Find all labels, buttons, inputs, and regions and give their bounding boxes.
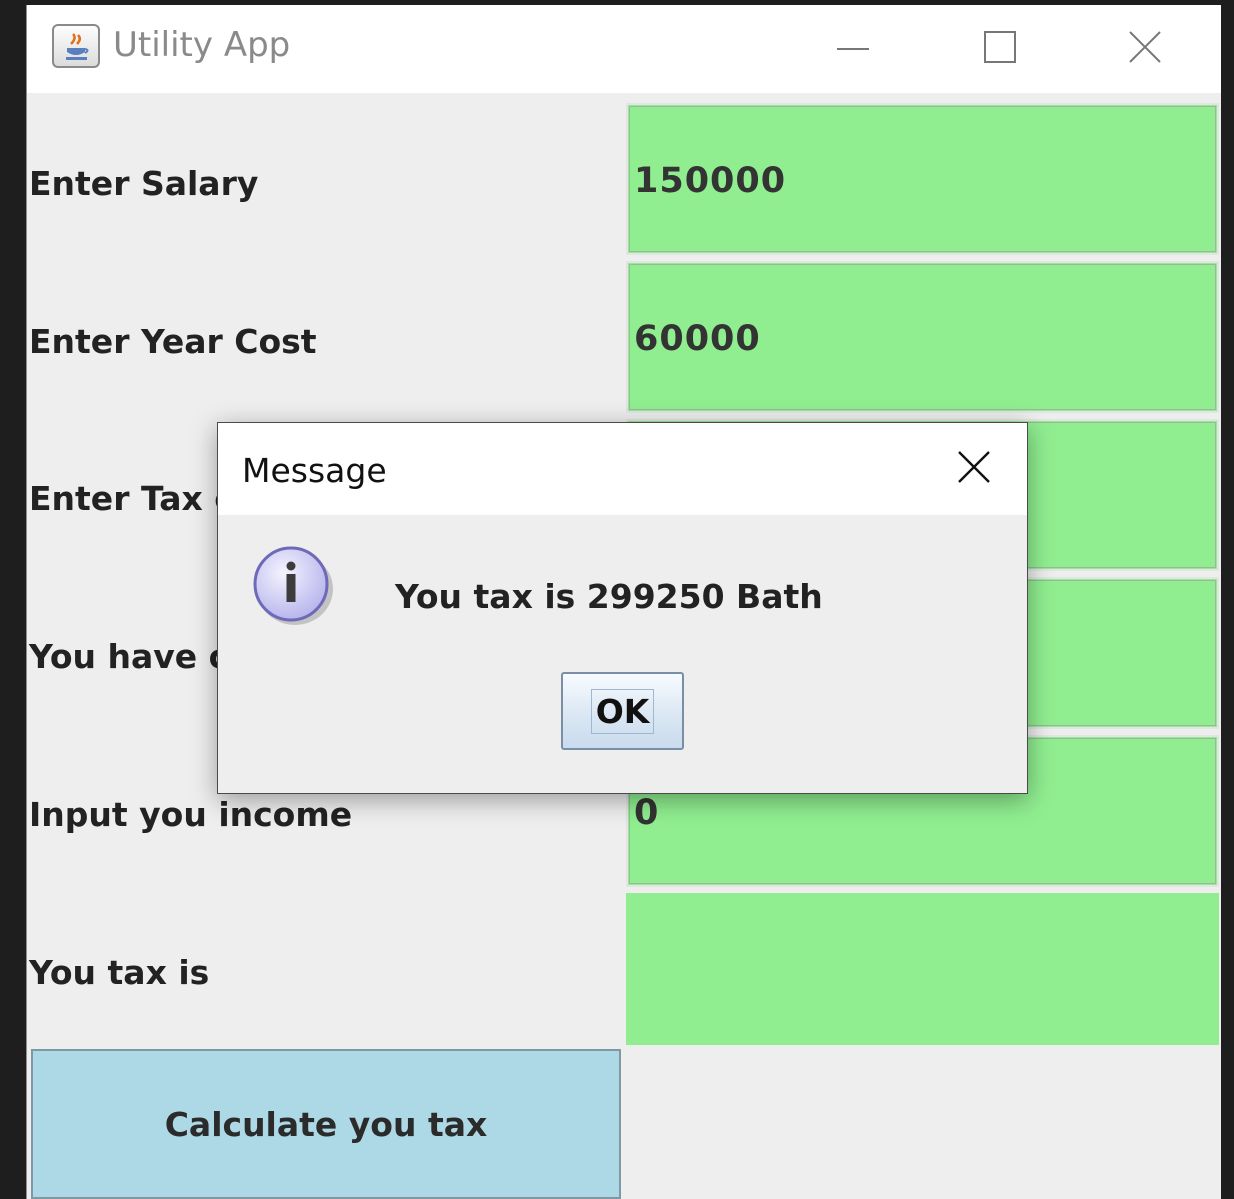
dialog-titlebar[interactable]: Message — [218, 423, 1027, 515]
dialog-message: You tax is 299250 Bath — [395, 577, 823, 616]
salary-field[interactable]: 150000 — [626, 103, 1219, 255]
ok-label: OK — [590, 688, 655, 734]
year-cost-field[interactable]: 60000 — [626, 261, 1219, 413]
message-dialog: Message You tax is 299250 Bath OK — [217, 422, 1028, 794]
income-value: 0 — [634, 793, 660, 833]
year-cost-value: 60000 — [634, 319, 761, 359]
salary-value: 150000 — [634, 161, 787, 201]
java-icon — [52, 24, 100, 68]
ok-button[interactable]: OK — [561, 672, 684, 750]
income-label: Input you income — [29, 795, 353, 834]
salary-label: Enter Salary — [29, 164, 259, 203]
minimize-icon[interactable] — [835, 25, 881, 71]
window-title: Utility App — [113, 25, 291, 65]
calculate-tax-button[interactable]: Calculate you tax — [31, 1049, 621, 1199]
you-have-label: You have c — [29, 637, 229, 676]
tax-deduction-label: Enter Tax c — [29, 479, 234, 518]
tax-result-label: You tax is — [29, 953, 210, 992]
maximize-icon[interactable] — [978, 25, 1024, 71]
info-icon — [252, 544, 334, 626]
window-titlebar[interactable]: Utility App — [27, 5, 1221, 93]
dialog-title: Message — [242, 451, 387, 490]
tax-result-field[interactable] — [626, 893, 1219, 1045]
close-icon[interactable] — [956, 449, 992, 485]
year-cost-label: Enter Year Cost — [29, 322, 317, 361]
close-icon[interactable] — [1123, 25, 1169, 71]
